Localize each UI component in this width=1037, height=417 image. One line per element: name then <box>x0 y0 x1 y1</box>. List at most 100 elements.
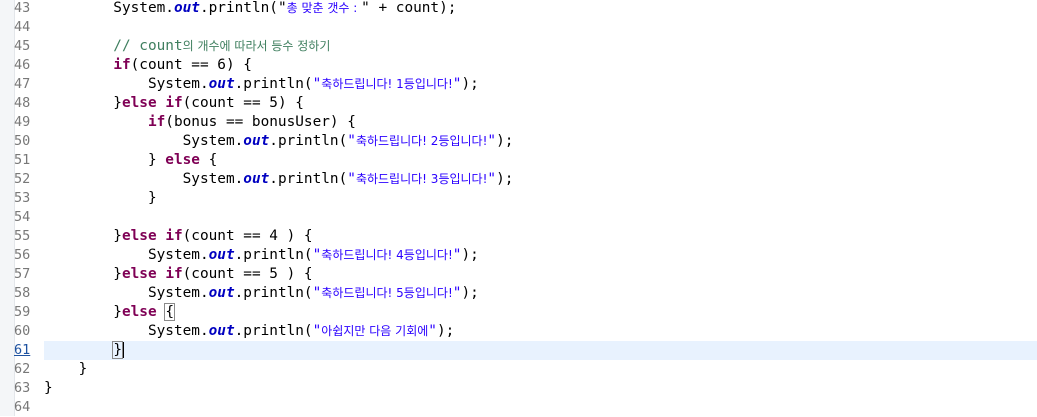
line-number[interactable]: 54 <box>0 208 40 227</box>
code-token: System. <box>44 285 209 301</box>
code-line[interactable]: 60 System.out.println("아쉽지만 다음 기회에"); <box>0 322 1037 341</box>
code-token: 축하드립니다! 1등입니다! <box>321 77 453 91</box>
code-line[interactable]: 46 if(count == 6) { <box>0 56 1037 75</box>
code-text[interactable]: }else if(count == 5) { <box>44 94 304 113</box>
code-token: 축하드립니다! 5등입니다! <box>321 286 453 300</box>
code-token: 축하드립니다! 2등입니다! <box>355 134 488 148</box>
code-line[interactable]: 51 } else { <box>0 151 1037 170</box>
line-number[interactable]: 49 <box>0 113 40 132</box>
code-line[interactable]: 45 // count의 개수에 따라서 등수 정하기 <box>0 37 1037 56</box>
code-text[interactable]: // count의 개수에 따라서 등수 정하기 <box>44 37 330 56</box>
code-token: System. <box>44 247 209 263</box>
line-number[interactable]: 46 <box>0 56 40 75</box>
line-number[interactable]: 56 <box>0 246 40 265</box>
code-token: .println( <box>234 247 313 263</box>
line-number[interactable]: 47 <box>0 75 40 94</box>
code-token: 축하드립니다! 3등입니다! <box>355 172 488 186</box>
code-line[interactable]: 49 if(bonus == bonusUser) { <box>0 113 1037 132</box>
code-token: else <box>165 152 200 168</box>
code-text[interactable]: } <box>44 341 124 360</box>
code-line[interactable]: 54 <box>0 208 1037 227</box>
line-number[interactable]: 52 <box>0 170 40 189</box>
code-token: // count <box>44 38 183 54</box>
line-number[interactable]: 45 <box>0 37 40 56</box>
line-number[interactable]: 53 <box>0 189 40 208</box>
line-number[interactable]: 58 <box>0 284 40 303</box>
code-token: out <box>208 323 235 339</box>
line-number[interactable]: 48 <box>0 94 40 113</box>
current-code-line[interactable]: 61 } <box>14 341 1037 360</box>
code-token: ); <box>496 133 514 149</box>
code-text[interactable]: } <box>44 189 157 208</box>
code-token: " + count); <box>361 0 457 16</box>
line-number[interactable]: 64 <box>0 398 40 417</box>
code-line[interactable]: 43 System.out.println("총 맞춘 갯수 : " + cou… <box>0 0 1037 18</box>
code-token: .println( <box>234 76 313 92</box>
code-text[interactable]: System.out.println("축하드립니다! 4등입니다!"); <box>44 246 479 265</box>
code-token: 축하드립니다! 4등입니다! <box>321 248 453 262</box>
code-token: (count == 4 ) { <box>182 228 313 244</box>
line-number[interactable]: 63 <box>0 379 40 398</box>
code-line[interactable]: 47 System.out.println("축하드립니다! 1등입니다!"); <box>0 75 1037 94</box>
code-token: " <box>347 171 356 187</box>
code-token: ); <box>461 285 479 301</box>
code-text[interactable]: System.out.println("축하드립니다! 3등입니다!"); <box>44 170 514 189</box>
code-line[interactable]: 55 }else if(count == 4 ) { <box>0 227 1037 246</box>
code-line[interactable]: 53 } <box>0 189 1037 208</box>
line-number[interactable]: 57 <box>0 265 40 284</box>
code-token: " <box>428 323 437 339</box>
line-number[interactable]: 44 <box>0 18 40 37</box>
code-token: System. <box>44 0 174 16</box>
code-line[interactable]: 57 }else if(count == 5 ) { <box>0 265 1037 284</box>
code-token: } <box>112 341 123 359</box>
code-line[interactable]: 63} <box>0 379 1037 398</box>
code-line[interactable]: 62 } <box>0 360 1037 379</box>
code-text[interactable]: } <box>44 379 53 398</box>
code-text[interactable]: if(bonus == bonusUser) { <box>44 113 356 132</box>
code-token: if <box>165 95 183 111</box>
code-token: (count == 6) { <box>130 57 252 73</box>
code-text[interactable]: }else { <box>44 303 175 322</box>
code-line[interactable]: 58 System.out.println("축하드립니다! 5등입니다!"); <box>0 284 1037 303</box>
line-number[interactable]: 62 <box>0 360 40 379</box>
code-line[interactable]: 50 System.out.println("축하드립니다! 2등입니다!"); <box>0 132 1037 151</box>
code-editor[interactable]: 43 System.out.println("총 맞춘 갯수 : " + cou… <box>0 0 1037 416</box>
code-token: " <box>487 133 497 149</box>
code-token: out <box>208 247 235 263</box>
code-token: { <box>164 303 175 321</box>
code-text[interactable]: } <box>44 360 88 379</box>
code-line[interactable]: 44 <box>0 18 1037 37</box>
code-token: } <box>44 304 122 320</box>
code-token: " <box>312 247 322 263</box>
line-number[interactable]: 51 <box>0 151 40 170</box>
code-text[interactable]: if(count == 6) { <box>44 56 252 75</box>
line-number[interactable]: 61 <box>0 341 40 360</box>
code-line[interactable]: 56 System.out.println("축하드립니다! 4등입니다!"); <box>0 246 1037 265</box>
code-line[interactable]: 64 <box>0 398 1037 417</box>
code-token: ); <box>436 323 455 339</box>
code-line[interactable]: 52 System.out.println("축하드립니다! 3등입니다!"); <box>0 170 1037 189</box>
line-number[interactable]: 50 <box>0 132 40 151</box>
code-token: } <box>44 380 53 396</box>
line-number[interactable]: 59 <box>0 303 40 322</box>
code-text[interactable]: }else if(count == 4 ) { <box>44 227 313 246</box>
code-text[interactable]: System.out.println("축하드립니다! 2등입니다!"); <box>44 132 514 151</box>
code-token: if <box>147 114 166 130</box>
line-number[interactable]: 43 <box>0 0 40 18</box>
code-text[interactable]: System.out.println("총 맞춘 갯수 : " + count)… <box>44 0 456 18</box>
code-text[interactable]: System.out.println("아쉽지만 다음 기회에"); <box>44 322 454 341</box>
code-line[interactable]: 48 }else if(count == 5) { <box>0 94 1037 113</box>
code-text[interactable]: }else if(count == 5 ) { <box>44 265 312 284</box>
code-token: .println( <box>234 323 313 339</box>
code-text[interactable]: System.out.println("축하드립니다! 1등입니다!"); <box>44 75 479 94</box>
code-text[interactable]: System.out.println("축하드립니다! 5등입니다!"); <box>44 284 479 303</box>
code-line[interactable]: 59 }else { <box>0 303 1037 322</box>
code-text[interactable]: } else { <box>44 151 217 170</box>
line-number[interactable]: 60 <box>0 322 40 341</box>
code-token: " <box>312 285 322 301</box>
line-number[interactable]: 55 <box>0 227 40 246</box>
